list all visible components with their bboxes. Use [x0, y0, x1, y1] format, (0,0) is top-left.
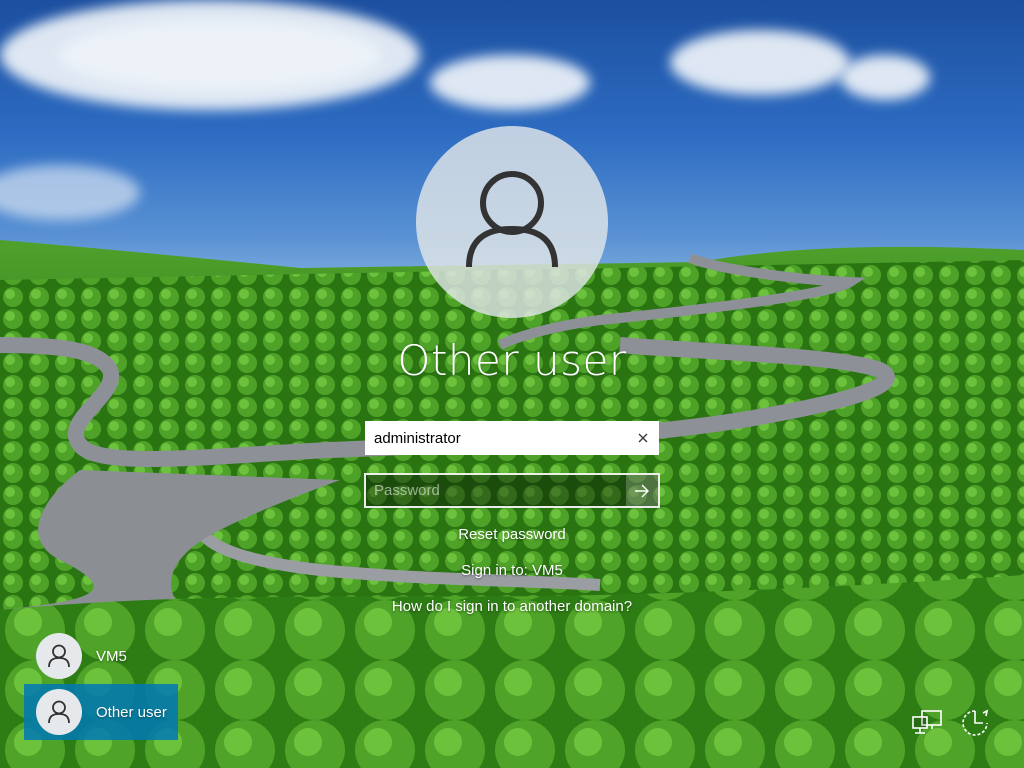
- user-tile-label: Other user: [96, 703, 167, 721]
- username-input[interactable]: [374, 422, 624, 454]
- close-icon[interactable]: [628, 422, 658, 454]
- user-tile-other-user[interactable]: Other user: [24, 684, 178, 740]
- arrow-right-icon[interactable]: [626, 475, 658, 506]
- user-silhouette-icon: [48, 644, 70, 668]
- reset-password-link[interactable]: Reset password: [312, 526, 712, 543]
- network-icon[interactable]: [910, 706, 944, 740]
- user-avatar: [416, 126, 608, 318]
- username-field[interactable]: [365, 421, 659, 455]
- user-title: Other user: [397, 336, 627, 385]
- password-input[interactable]: [374, 475, 619, 506]
- user-tile-label: VM5: [96, 647, 127, 665]
- sign-in-to-label: Sign in to: VM5: [461, 562, 563, 579]
- password-field[interactable]: [364, 473, 660, 508]
- ease-of-access-icon[interactable]: [958, 706, 992, 740]
- user-tile-vm5[interactable]: VM5: [24, 628, 178, 684]
- user-silhouette-icon: [48, 700, 70, 724]
- other-domain-link[interactable]: How do I sign in to another domain?: [312, 598, 712, 615]
- avatar: [36, 689, 82, 735]
- avatar: [36, 633, 82, 679]
- user-silhouette-icon: [466, 171, 558, 268]
